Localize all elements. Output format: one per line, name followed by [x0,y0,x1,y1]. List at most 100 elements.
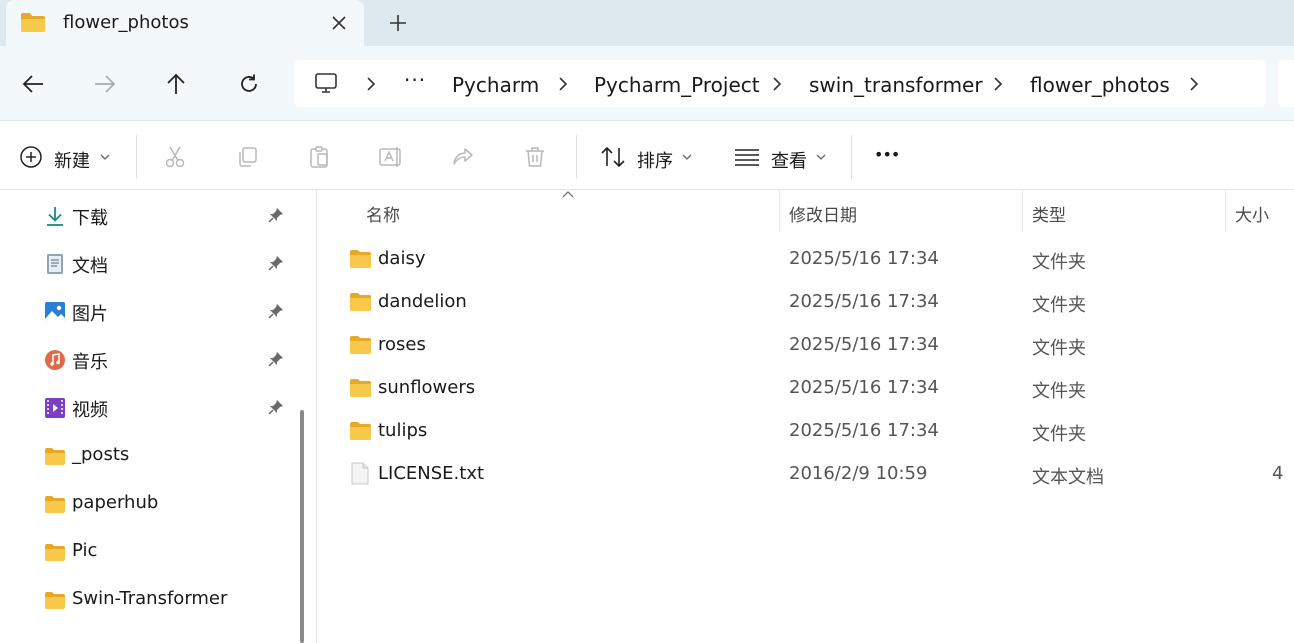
sidebar-item-pictures[interactable]: 图片 [0,289,290,333]
paste-icon[interactable] [306,145,332,169]
folder-icon [350,336,371,354]
file-type: 文件夹 [1032,338,1086,359]
chevron-down-icon[interactable] [100,153,110,161]
folder-icon [45,592,65,609]
pin-icon[interactable] [268,399,284,415]
arrow-left-icon[interactable] [13,68,53,100]
sidebar-item-posts[interactable]: _posts [0,433,290,477]
file-type: 文件夹 [1032,381,1086,402]
file-type: 文本文档 [1032,467,1104,488]
sidebar-item-swin-transformer[interactable]: Swin-Transformer [0,577,290,621]
navigation-pane: 下载 文档 图片 音乐 视频 _posts paperhub Pic Swin-… [0,190,292,643]
new-button[interactable]: 新建 [54,147,90,173]
file-row[interactable]: dandelion 2025/5/16 17:34 文件夹 [317,281,1294,324]
file-row[interactable]: LICENSE.txt 2016/2/9 10:59 文本文档 4 [317,453,1294,496]
column-header-name[interactable]: 名称 [366,201,400,226]
column-header-size[interactable]: 大小 [1235,201,1269,226]
file-type: 文件夹 [1032,295,1086,316]
sort-ascending-icon [562,191,574,198]
breadcrumb-overflow[interactable]: ··· [404,68,426,92]
pin-icon[interactable] [268,303,284,319]
sidebar-item-documents[interactable]: 文档 [0,241,290,285]
file-size: 4 [1272,463,1284,484]
sidebar-item-label: Swin-Transformer [72,588,228,609]
file-modified: 2025/5/16 17:34 [789,248,939,269]
address-bar[interactable]: ··· Pycharm Pycharm_Project swin_transfo… [294,60,1266,107]
column-divider[interactable] [1022,190,1023,232]
column-header-type[interactable]: 类型 [1032,201,1066,226]
text-file-icon [351,462,369,485]
file-name: roses [378,334,426,355]
arrow-up-icon[interactable] [156,68,196,100]
sidebar-item-label: paperhub [72,492,159,513]
sidebar-item-downloads[interactable]: 下载 [0,193,290,237]
chevron-down-icon[interactable] [682,153,692,161]
sidebar-scrollbar-thumb[interactable] [300,410,304,643]
folder-icon [21,13,45,32]
folder-icon [350,293,371,311]
tab-flower-photos[interactable]: flower_photos [6,0,364,46]
arrow-right-icon[interactable] [85,68,125,100]
this-pc-icon[interactable] [314,72,338,94]
column-divider[interactable] [1225,190,1226,232]
sidebar-item-pic[interactable]: Pic [0,529,290,573]
breadcrumb-flower-photos[interactable]: flower_photos [1030,73,1170,97]
pictures-icon [45,302,65,322]
breadcrumb-pycharm-project[interactable]: Pycharm_Project [594,73,760,97]
chevron-right-icon[interactable] [364,73,378,95]
cut-icon[interactable] [162,145,188,169]
file-name: sunflowers [378,377,476,398]
chevron-down-icon[interactable] [816,153,826,161]
sort-icon [600,145,626,169]
sort-button[interactable]: 排序 [637,147,673,173]
file-row[interactable]: roses 2025/5/16 17:34 文件夹 [317,324,1294,367]
file-row[interactable]: sunflowers 2025/5/16 17:34 文件夹 [317,367,1294,410]
sidebar-item-videos[interactable]: 视频 [0,385,290,429]
file-row[interactable]: daisy 2025/5/16 17:34 文件夹 [317,238,1294,281]
plus-circle-icon [18,145,44,169]
chevron-right-icon[interactable] [770,73,784,95]
folder-icon [350,422,371,440]
tab-title: flower_photos [63,12,189,33]
pin-icon[interactable] [268,351,284,367]
file-modified: 2025/5/16 17:34 [789,377,939,398]
close-icon[interactable] [324,8,354,38]
divider [576,135,577,179]
folder-icon [45,496,65,513]
pin-icon[interactable] [268,207,284,223]
copy-icon[interactable] [234,145,260,169]
column-header-modified[interactable]: 修改日期 [789,201,857,226]
sidebar-item-label: 图片 [72,304,108,325]
folder-icon [350,379,371,397]
sidebar-scrollbar[interactable] [292,190,316,643]
sidebar-item-label: 文档 [72,256,108,277]
chevron-right-icon[interactable] [556,73,570,95]
plus-icon[interactable] [380,8,416,38]
download-icon [47,207,63,226]
search-box[interactable] [1278,60,1294,107]
more-options-button[interactable]: ••• [874,145,900,164]
refresh-icon[interactable] [229,68,269,100]
file-modified: 2025/5/16 17:34 [789,334,939,355]
file-row[interactable]: tulips 2025/5/16 17:34 文件夹 [317,410,1294,453]
folder-icon [45,448,65,465]
sidebar-item-paperhub[interactable]: paperhub [0,481,290,525]
pin-icon[interactable] [268,255,284,271]
sidebar-item-label: Pic [72,540,98,561]
breadcrumb-pycharm[interactable]: Pycharm [452,73,539,97]
view-button[interactable]: 查看 [771,147,807,173]
file-modified: 2025/5/16 17:34 [789,420,939,441]
chevron-right-icon[interactable] [991,73,1005,95]
column-divider[interactable] [779,190,780,232]
divider [136,135,137,179]
breadcrumb-swin-transformer[interactable]: swin_transformer [809,73,983,97]
share-icon[interactable] [450,145,476,169]
folder-icon [45,544,65,561]
rename-icon[interactable] [378,145,404,169]
file-modified: 2025/5/16 17:34 [789,291,939,312]
file-type: 文件夹 [1032,424,1086,445]
sidebar-item-music[interactable]: 音乐 [0,337,290,381]
chevron-right-icon[interactable] [1187,73,1201,95]
sidebar-item-label: 视频 [72,400,108,421]
delete-icon[interactable] [522,145,548,169]
